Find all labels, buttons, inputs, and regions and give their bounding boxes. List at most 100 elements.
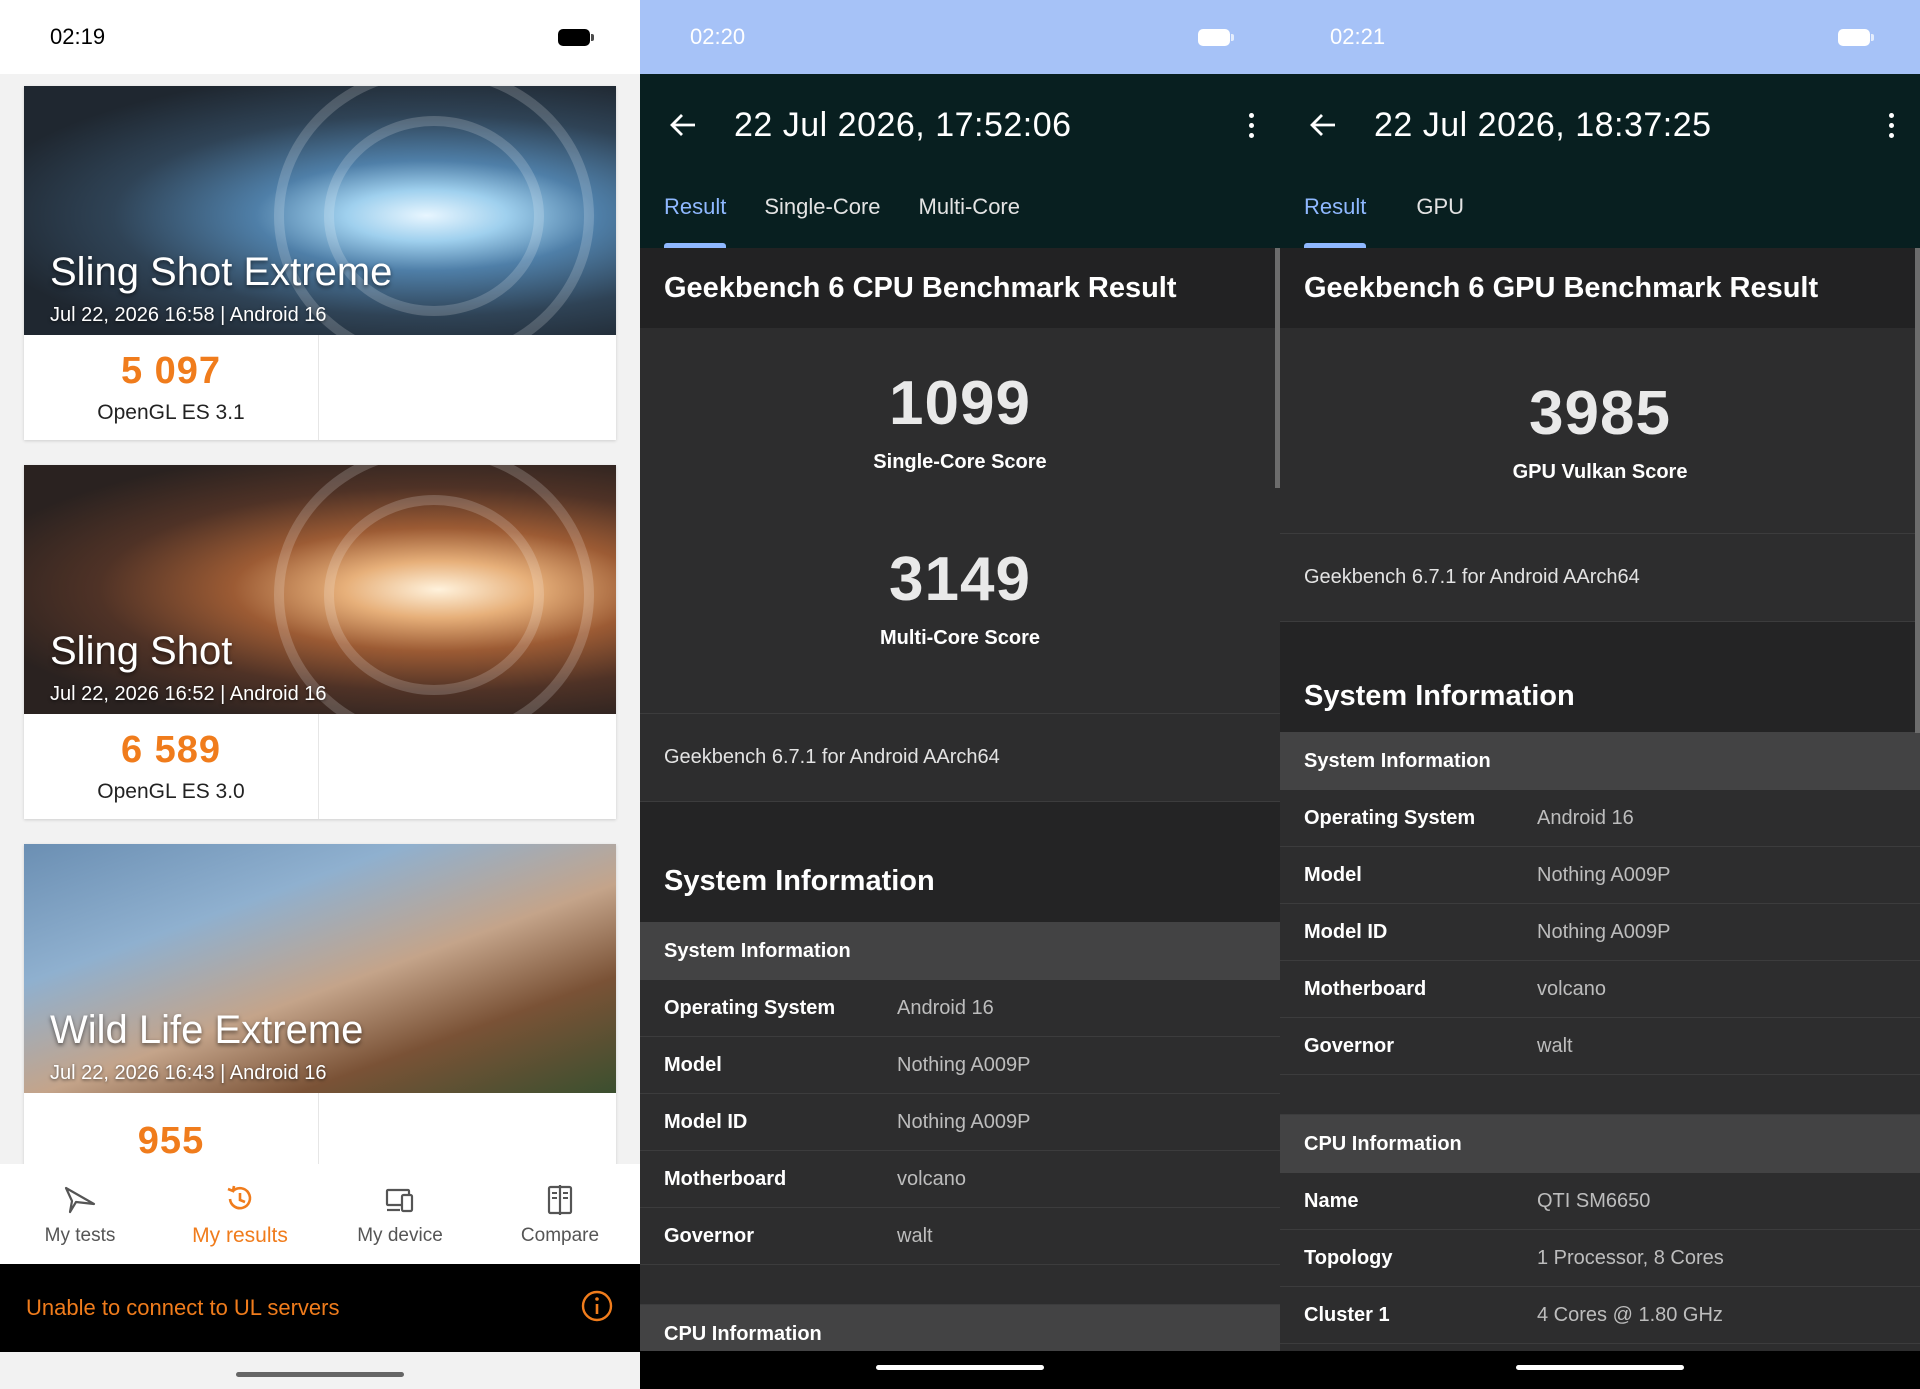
result-content[interactable]: Geekbench 6 CPU Benchmark Result 1099 Si… [640,248,1280,1363]
info-key: Governor [664,1224,755,1247]
gpu-score-label: GPU Vulkan Score [1512,461,1688,483]
system-info-subheading: System Information [640,922,1280,980]
system-info-title: System Information [1280,660,1920,732]
info-row: Motherboard volcano [640,1151,1280,1208]
info-row: Model ID Nothing A009P [1280,904,1920,961]
score-value: 955 [137,1120,205,1162]
single-core-label: Single-Core Score [873,451,1047,473]
multi-core-score: 3149 [889,545,1031,614]
card-title: Sling Shot [50,629,233,673]
gesture-area [0,1352,640,1389]
info-row: Name QTI SM6650 [1280,1173,1920,1230]
info-icon[interactable] [580,1289,614,1328]
info-row: Governor walt [640,1208,1280,1265]
devices-icon [382,1181,418,1219]
tab-gpu[interactable]: GPU [1416,176,1484,248]
info-key: Topology [1304,1246,1393,1269]
multi-core-label: Multi-Core Score [879,627,1041,649]
nav-compare[interactable]: Compare [480,1164,640,1264]
back-arrow-icon[interactable] [1308,108,1342,142]
info-key: Cluster 1 [1304,1303,1390,1326]
more-options-icon[interactable] [1246,112,1256,138]
score-section: 3985 GPU Vulkan Score [1280,328,1920,534]
score-value: 6 589 [120,729,222,771]
result-card-sling-shot-extreme[interactable]: Sling Shot Extreme Jul 22, 2026 16:58 | … [24,86,616,440]
info-row: Operating System Android 16 [1280,790,1920,847]
tab-bar: Result GPU [1280,176,1920,248]
status-time: 02:21 [1330,24,1386,49]
nav-my-results[interactable]: My results [160,1164,320,1264]
scrollbar[interactable] [1915,248,1920,733]
info-key: Operating System [664,996,836,1019]
nav-label: My device [357,1225,443,1246]
info-row: Model Nothing A009P [640,1037,1280,1094]
tab-multi-core[interactable]: Multi-Core [919,176,1040,248]
info-value: Nothing A009P [1537,920,1671,943]
result-card-wild-life-extreme[interactable]: Wild Life Extreme Jul 22, 2026 16:43 | A… [24,844,616,1164]
geekbench-cpu-screen: 02:20 22 Jul 2026, 17:52:06 Result Singl… [640,0,1280,1389]
system-info-title: System Information [640,840,1280,922]
card-title: Wild Life Extreme [50,1008,364,1052]
info-value: Android 16 [897,996,994,1019]
status-bar: 02:20 [640,0,1280,74]
nav-my-device[interactable]: My device [320,1164,480,1264]
info-value: volcano [1537,977,1606,1000]
plane-icon [62,1181,98,1219]
home-indicator[interactable] [876,1365,1044,1370]
result-content[interactable]: Geekbench 6 GPU Benchmark Result 3985 GP… [1280,248,1920,1344]
connection-message: Unable to connect to UL servers [26,1295,340,1320]
status-time: 02:19 [50,24,106,49]
status-bar: 02:21 [1280,0,1920,74]
result-timestamp-title: 22 Jul 2026, 18:37:25 [1374,105,1712,144]
info-value: QTI SM6650 [1537,1189,1651,1212]
info-value: Nothing A009P [897,1053,1031,1076]
tab-result[interactable]: Result [664,176,746,248]
card-meta: Jul 22, 2026 16:58 | Android 16 [50,304,327,326]
info-value: Nothing A009P [1537,863,1671,886]
history-icon [222,1180,258,1218]
bottom-nav: My tests My results My device Compare [0,1164,640,1264]
card-meta: Jul 22, 2026 16:43 | Android 16 [50,1062,327,1084]
tab-single-core[interactable]: Single-Core [764,176,900,248]
tab-result[interactable]: Result [1304,176,1386,248]
version-text: Geekbench 6.7.1 for Android AArch64 [1280,534,1920,622]
benchmark-image: Sling Shot Extreme Jul 22, 2026 16:58 | … [24,86,616,335]
info-row: Governor walt [1280,1018,1920,1075]
api-label: OpenGL ES 3.1 [97,401,245,424]
info-key: Motherboard [664,1167,787,1190]
battery-icon [1198,28,1234,46]
result-timestamp-title: 22 Jul 2026, 17:52:06 [734,105,1072,144]
result-card-sling-shot[interactable]: Sling Shot Jul 22, 2026 16:52 | Android … [24,465,616,819]
3dmark-screen: 02:19 Sling Shot Extreme Jul 22, 2026 16… [0,0,640,1389]
info-value: walt [1537,1034,1573,1057]
score-value: 5 097 [120,350,222,392]
more-options-icon[interactable] [1886,112,1896,138]
info-row: Model Nothing A009P [1280,847,1920,904]
benchmark-image: Wild Life Extreme Jul 22, 2026 16:43 | A… [24,844,616,1093]
info-key: Model ID [1304,920,1388,943]
tab-bar: Result Single-Core Multi-Core [640,176,1280,248]
info-row: Model ID Nothing A009P [640,1094,1280,1151]
nav-my-tests[interactable]: My tests [0,1164,160,1264]
app-bar: 22 Jul 2026, 18:37:25 Result GPU [1280,74,1920,248]
info-key: Governor [1304,1034,1395,1057]
gesture-area [640,1351,1280,1389]
info-value: Nothing A009P [897,1110,1031,1133]
results-list[interactable]: Sling Shot Extreme Jul 22, 2026 16:58 | … [0,74,640,1164]
result-heading: Geekbench 6 GPU Benchmark Result [1280,248,1920,328]
nav-label: My tests [44,1225,116,1246]
home-indicator[interactable] [236,1372,404,1377]
info-row: Topology 1 Processor, 8 Cores [1280,1230,1920,1287]
nav-label: My results [192,1224,288,1247]
home-indicator[interactable] [1516,1365,1684,1370]
back-arrow-icon[interactable] [668,108,702,142]
info-row: Cluster 1 4 Cores @ 1.80 GHz [1280,1287,1920,1344]
info-row: Motherboard volcano [1280,961,1920,1018]
info-key: Operating System [1304,806,1476,829]
info-value: 1 Processor, 8 Cores [1537,1246,1724,1269]
api-label: OpenGL ES 3.0 [97,780,245,803]
info-value: walt [897,1224,933,1247]
battery-icon [558,28,594,46]
info-key: Model ID [664,1110,748,1133]
single-core-score: 1099 [889,369,1031,438]
